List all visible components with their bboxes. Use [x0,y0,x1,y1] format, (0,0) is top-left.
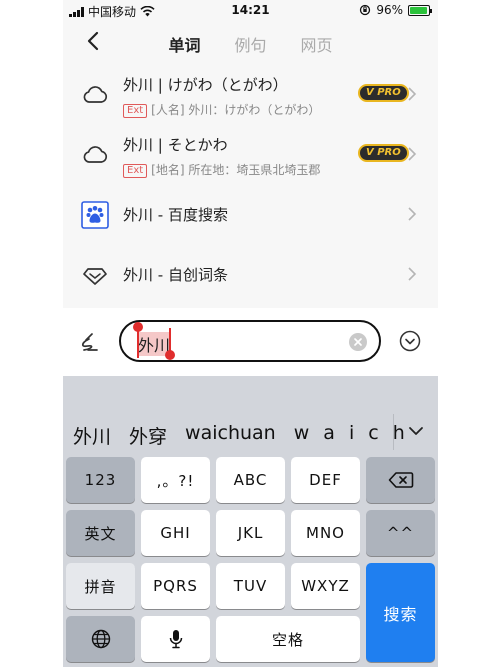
key-jkl[interactable]: JKL [216,510,285,556]
battery-icon [408,4,432,16]
chevron-right-icon [408,87,417,101]
candidate-list: 外川 外穿 waichuan w a i c h [73,422,409,449]
app-screen: 中国移动 14:21 96% 单词 例句 网页 外川 | けがわ（とがわ） Ex… [63,0,438,667]
orientation-lock-icon [360,4,371,16]
key-voice[interactable] [141,616,210,662]
result-title: 外川 - 自创词条 [123,266,228,284]
chevron-down-circle-icon[interactable] [399,330,421,352]
result-item-sotokawa[interactable]: 外川 | そとかわ Ext [地名] 所在地：埼玉県北埼玉郡 V PRO [63,124,438,184]
candidate-item[interactable]: 外川 [73,422,111,449]
baidu-paw-icon [81,201,109,229]
chevron-right-icon [408,267,417,281]
backspace-icon [388,472,413,488]
result-desc: Ext [地名] 所在地：埼玉県北埼玉郡 [123,161,348,178]
result-item-custom-entry[interactable]: 外川 - 自创词条 [63,244,438,304]
cloud-icon [83,146,108,163]
handwriting-icon[interactable] [77,330,101,354]
candidate-item[interactable]: w a i c h [294,422,409,449]
result-desc: Ext [人名] 外川：けがわ（とがわ） [123,101,348,118]
search-bar: 外川 [63,308,438,376]
search-button[interactable]: 搜索 [366,563,435,662]
tab-words[interactable]: 单词 [168,32,200,68]
key-emoticon[interactable]: ^^ [366,510,435,556]
key-mno[interactable]: MNO [291,510,360,556]
result-item-baidu-search[interactable]: 外川 - 百度搜索 [63,184,438,244]
key-ghi[interactable]: GHI [141,510,210,556]
key-pinyin[interactable]: 拼音 [66,563,135,609]
key-tuv[interactable]: TUV [216,563,285,609]
status-right: 96% [359,3,432,17]
status-bar: 中国移动 14:21 96% [63,0,438,20]
chevron-right-icon [408,147,417,161]
keyboard: 外川 外穿 waichuan w a i c h 123 ,。?! ABC DE… [63,376,438,667]
ext-tag: Ext [123,104,148,118]
candidate-item[interactable]: waichuan [185,422,276,449]
chevron-down-icon [409,427,423,435]
result-title: 外川 - 百度搜索 [123,206,228,224]
chevron-right-icon [408,207,417,221]
tab-sentences[interactable]: 例句 [234,32,266,56]
search-input[interactable]: 外川 [119,320,381,362]
result-title: 外川 | けがわ（とがわ） [123,76,288,94]
clear-icon[interactable] [349,333,367,351]
selection-handle-start[interactable] [133,322,143,332]
tab-bar: 单词 例句 网页 [63,32,438,68]
vpro-badge: V PRO [358,144,409,162]
key-backspace[interactable] [366,457,435,503]
diamond-icon [83,268,107,285]
key-english[interactable]: 英文 [66,510,135,556]
tab-webpages[interactable]: 网页 [301,32,333,56]
key-space[interactable]: 空格 [216,616,360,662]
candidate-bar: 外川 外穿 waichuan w a i c h [63,376,438,456]
cloud-icon [83,86,108,103]
result-desc-text: [地名] 所在地：埼玉県北埼玉郡 [151,163,321,177]
result-title: 外川 | そとかわ [123,136,228,154]
candidate-expand-button[interactable] [393,414,438,450]
selection-caret-start [137,328,139,358]
microphone-icon [169,630,182,649]
globe-icon [91,629,110,649]
key-wxyz[interactable]: WXYZ [291,563,360,609]
result-desc-text: [人名] 外川：けがわ（とがわ） [151,103,321,117]
key-globe[interactable] [66,616,135,662]
key-123[interactable]: 123 [66,457,135,503]
key-abc[interactable]: ABC [216,457,285,503]
nav-bar: 单词 例句 网页 [63,20,438,68]
candidate-item[interactable]: 外穿 [129,422,167,449]
selection-handle-end[interactable] [165,350,175,360]
vpro-badge: V PRO [358,84,409,102]
result-list: 外川 | けがわ（とがわ） Ext [人名] 外川：けがわ（とがわ） V PRO … [63,64,438,308]
battery-percent: 96% [376,3,403,17]
key-punctuation[interactable]: ,。?! [141,457,210,503]
key-def[interactable]: DEF [291,457,360,503]
ext-tag: Ext [123,164,148,178]
key-pqrs[interactable]: PQRS [141,563,210,609]
result-item-kegawa[interactable]: 外川 | けがわ（とがわ） Ext [人名] 外川：けがわ（とがわ） V PRO [63,64,438,124]
